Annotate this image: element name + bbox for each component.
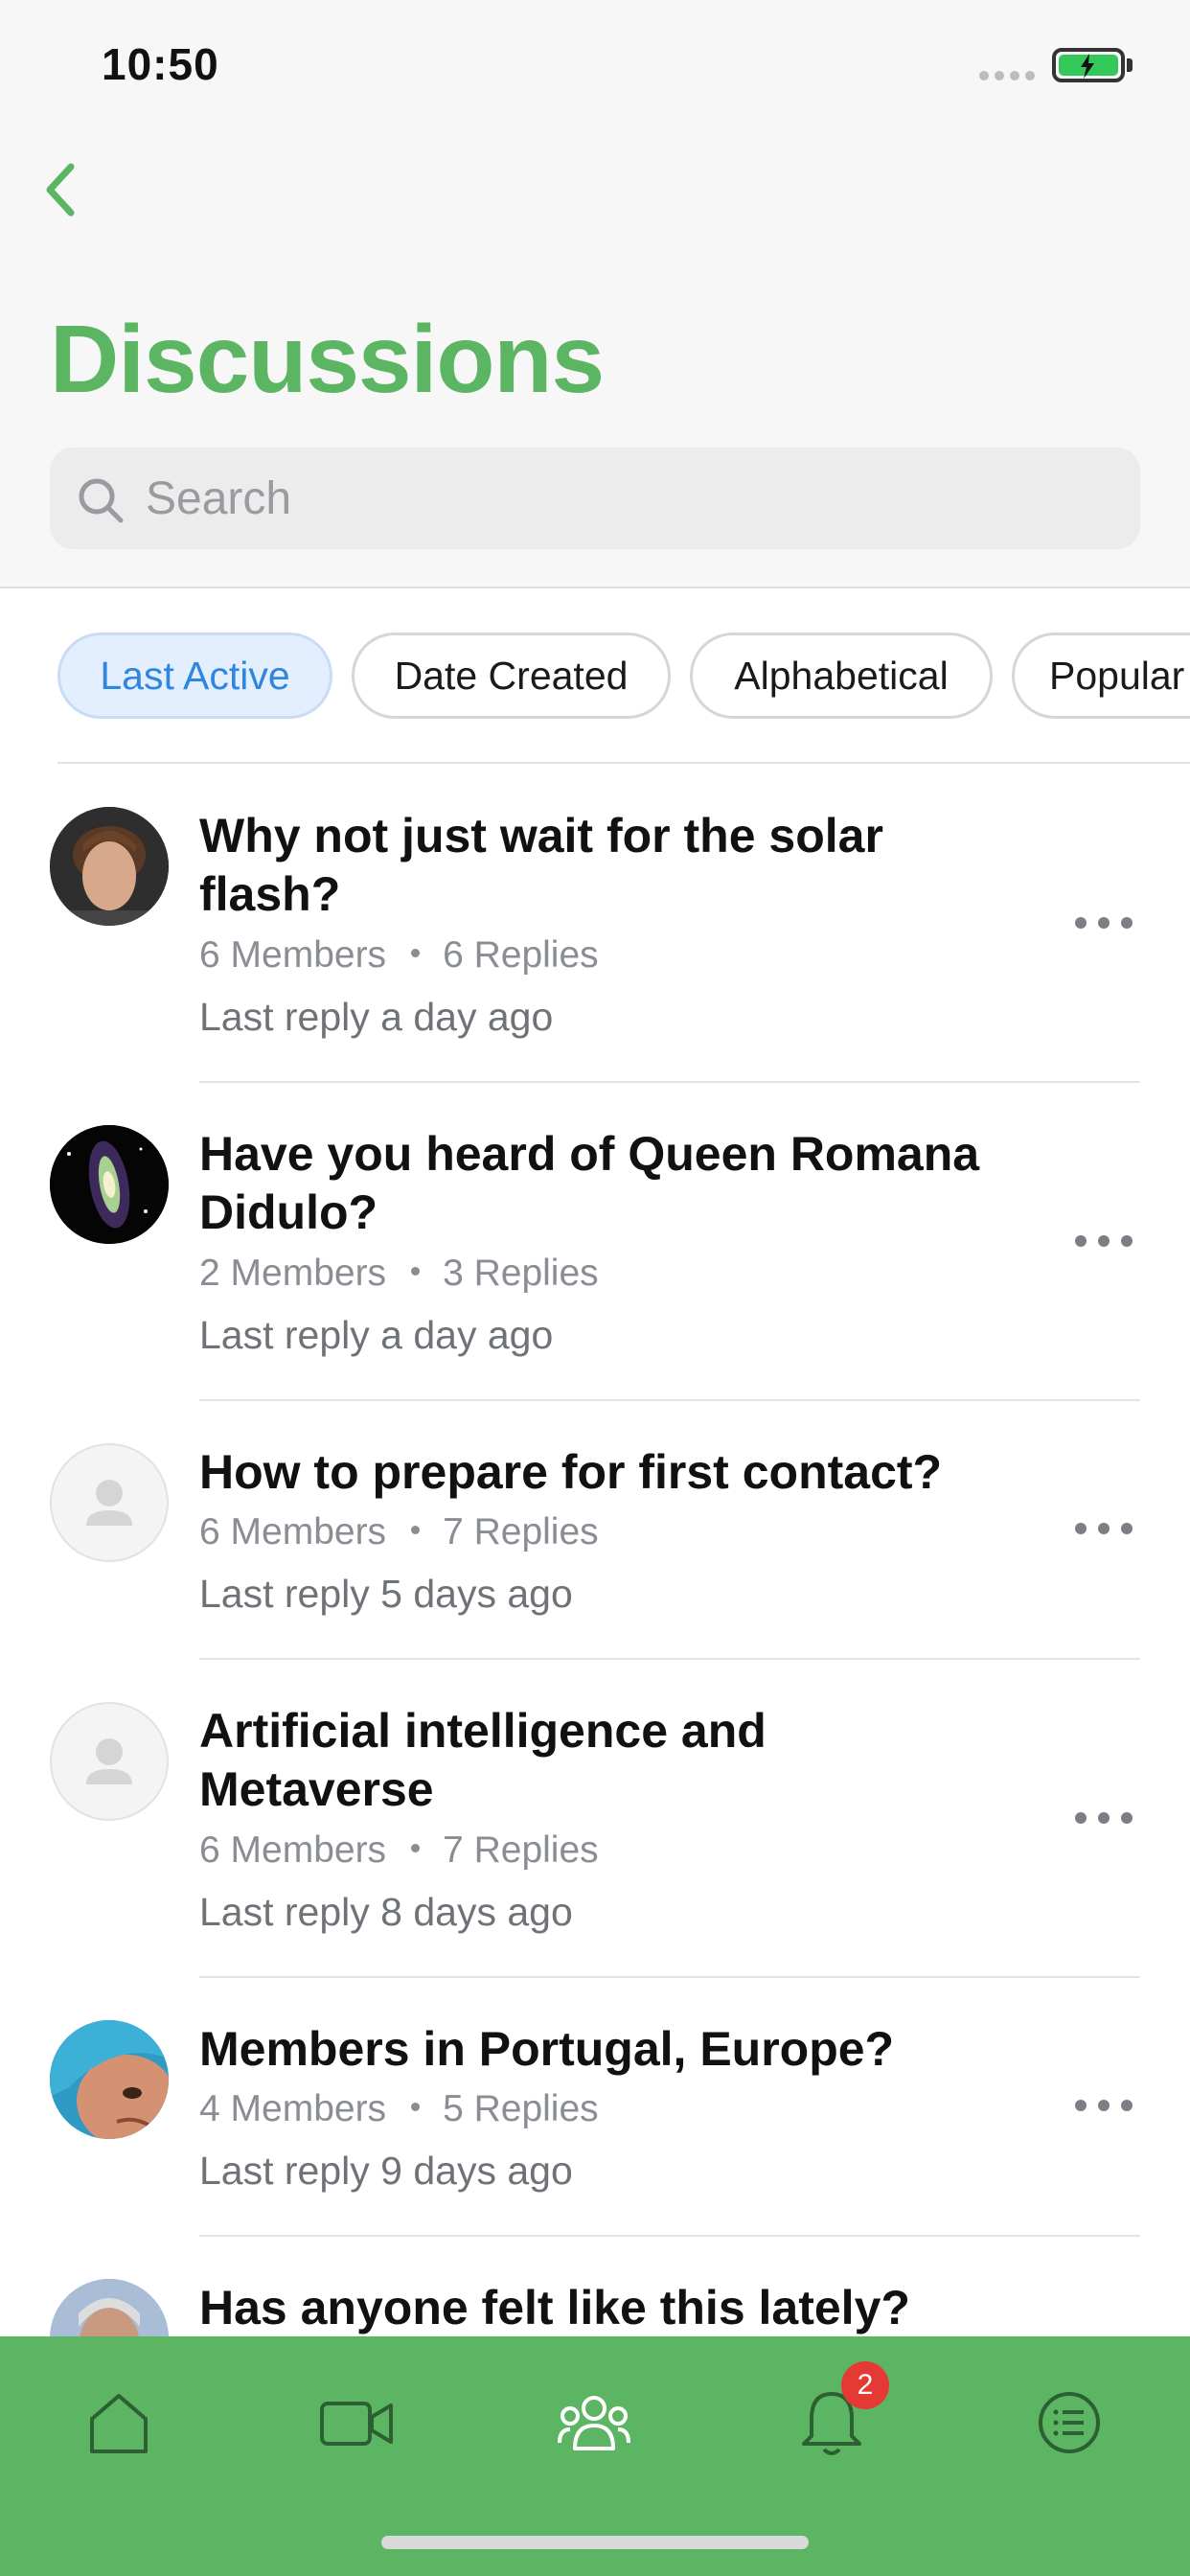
filter-popular[interactable]: Popular <box>1012 632 1190 719</box>
divider <box>199 1081 1140 1083</box>
last-reply: Last reply a day ago <box>199 995 554 1039</box>
replies-count: 7 Replies <box>443 1511 599 1552</box>
members-count: 6 Members <box>199 1829 387 1871</box>
discussion-meta: 6 Members 6 Replies <box>199 934 599 977</box>
members-count: 6 Members <box>199 934 387 976</box>
more-options-button[interactable] <box>1075 1222 1133 1260</box>
discussion-title: Have you heard of Queen Romana Didulo? <box>199 1127 980 1239</box>
tab-groups[interactable] <box>546 2375 642 2471</box>
search-icon <box>79 478 124 523</box>
more-options-button[interactable] <box>1075 904 1133 942</box>
replies-count: 3 Replies <box>443 1253 599 1294</box>
last-reply: Last reply a day ago <box>199 1313 554 1357</box>
members-count: 2 Members <box>199 1253 387 1294</box>
discussion-title: Members in Portugal, Europe? <box>199 2022 895 2076</box>
tab-video[interactable] <box>309 2375 404 2471</box>
tab-home[interactable] <box>71 2375 167 2471</box>
battery-tip <box>1127 58 1133 72</box>
replies-count: 5 Replies <box>443 2088 599 2129</box>
more-options-button[interactable] <box>1075 2086 1133 2125</box>
signal-icon <box>979 71 1035 80</box>
default-avatar-icon <box>50 1702 169 1821</box>
status-time: 10:50 <box>102 39 219 89</box>
search-bar[interactable] <box>50 448 1140 549</box>
home-icon <box>90 2394 148 2453</box>
avatar <box>50 807 169 926</box>
discussion-title: Has anyone felt like this lately? <box>199 2281 910 2334</box>
battery-icon <box>1052 48 1125 82</box>
discussion-meta: 6 Members 7 Replies <box>199 1511 599 1553</box>
menu-icon <box>1039 2392 1100 2453</box>
last-reply: Last reply 9 days ago <box>199 2149 573 2193</box>
discussion-meta: 4 Members 5 Replies <box>199 2088 599 2130</box>
video-icon <box>320 2402 393 2446</box>
home-indicator <box>381 2536 809 2549</box>
avatar <box>50 1125 169 1244</box>
members-count: 6 Members <box>199 1511 387 1552</box>
filter-alphabetical[interactable]: Alphabetical <box>690 632 993 719</box>
filter-bar: Last Active Date Created Alphabetical Po… <box>0 632 1190 719</box>
discussion-meta: 6 Members 7 Replies <box>199 1829 599 1872</box>
default-avatar-icon <box>50 1443 169 1562</box>
more-options-button[interactable] <box>1075 1799 1133 1837</box>
filter-last-active[interactable]: Last Active <box>57 632 332 719</box>
more-options-button[interactable] <box>1075 1509 1133 1548</box>
divider <box>199 1658 1140 1660</box>
groups-icon <box>558 2396 630 2450</box>
discussion-title: Why not just wait for the solar flash? <box>199 809 883 921</box>
last-reply: Last reply 5 days ago <box>199 1572 573 1616</box>
tab-menu[interactable] <box>1021 2375 1117 2471</box>
replies-count: 7 Replies <box>443 1829 599 1871</box>
members-count: 4 Members <box>199 2088 387 2129</box>
filter-date-created[interactable]: Date Created <box>352 632 671 719</box>
avatar <box>50 2020 169 2139</box>
chevron-left-icon <box>46 163 75 217</box>
page-title: Discussions <box>50 306 605 413</box>
divider <box>199 1399 1140 1401</box>
discussion-meta: 2 Members 3 Replies <box>199 1253 599 1295</box>
search-input[interactable] <box>146 448 1104 549</box>
replies-count: 6 Replies <box>443 934 599 976</box>
last-reply: Last reply 8 days ago <box>199 1890 573 1934</box>
divider <box>199 1976 1140 1978</box>
discussion-title: Artificial intelligence and Metaverse <box>199 1704 767 1816</box>
notification-badge: 2 <box>841 2361 889 2409</box>
back-button[interactable] <box>38 161 86 218</box>
discussion-title: How to prepare for first contact? <box>199 1445 943 1499</box>
divider <box>57 762 1190 764</box>
divider <box>199 2235 1140 2237</box>
